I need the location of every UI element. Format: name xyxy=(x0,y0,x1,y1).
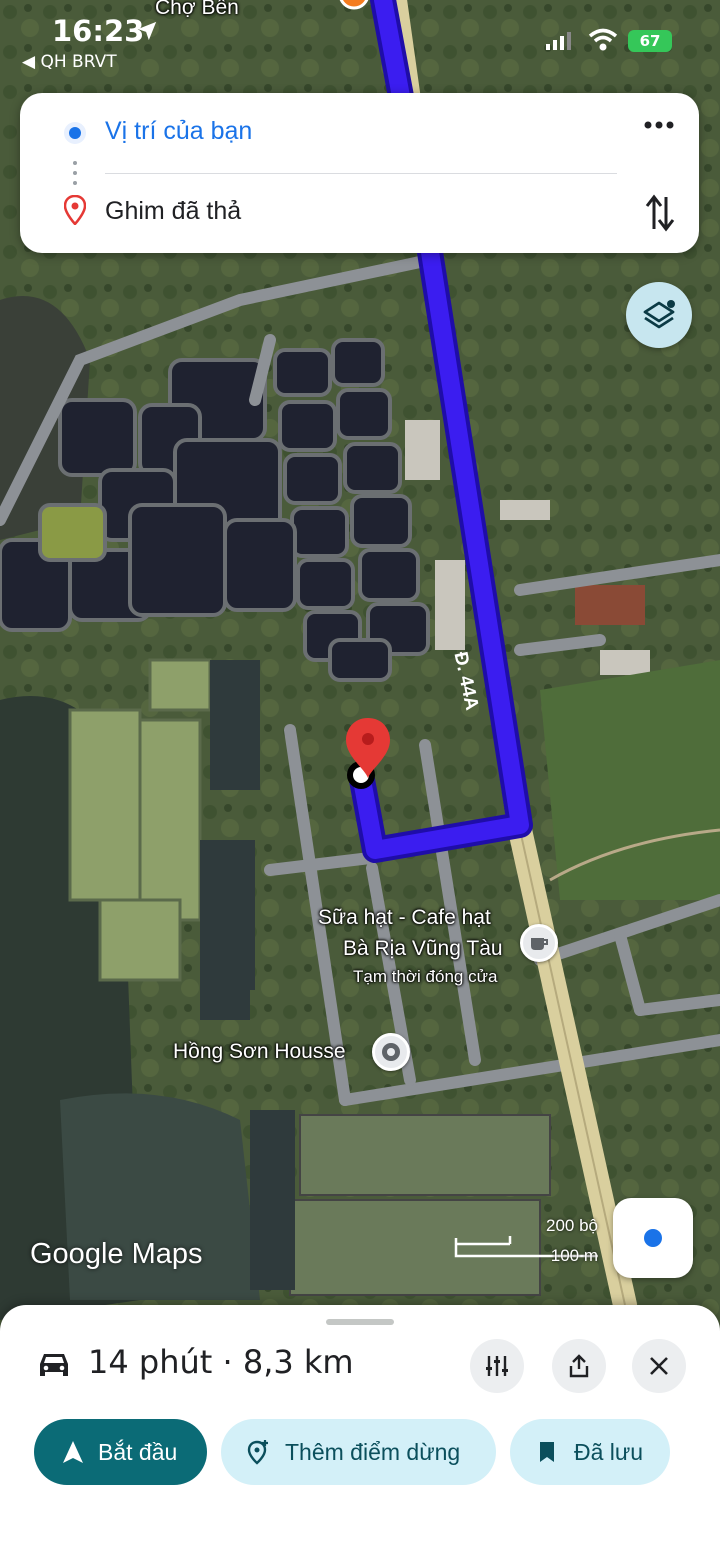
destination-pin-icon xyxy=(64,195,86,225)
add-stop-label: Thêm điểm dừng xyxy=(285,1439,461,1465)
close-button[interactable] xyxy=(632,1339,686,1393)
poi-house-name[interactable]: Hồng Sơn Housse xyxy=(173,1040,346,1064)
place-marker-icon[interactable] xyxy=(372,1033,410,1071)
start-label: Bắt đầu xyxy=(98,1439,178,1465)
cafe-icon[interactable] xyxy=(520,924,558,962)
status-time: 16:23 xyxy=(52,14,145,48)
saved-label: Đã lưu xyxy=(574,1439,644,1465)
layers-icon xyxy=(643,300,675,329)
close-icon xyxy=(650,1357,668,1375)
start-navigation-button[interactable]: Bắt đầu xyxy=(34,1419,207,1485)
route-summary: 14 phút · 8,3 km xyxy=(88,1343,354,1381)
origin-text: Vị trí của bạn xyxy=(105,117,253,145)
place-label-top: Chợ Bến xyxy=(155,0,239,19)
add-location-icon xyxy=(247,1440,268,1465)
status-bar: 16:23 ◀ QH BRVT 67 xyxy=(0,0,720,80)
battery-indicator: 67 xyxy=(628,30,672,52)
bookmark-icon xyxy=(540,1442,554,1462)
share-icon xyxy=(569,1354,589,1378)
cellular-signal-icon xyxy=(546,32,571,50)
my-location-button[interactable] xyxy=(613,1198,693,1278)
car-icon xyxy=(40,1354,68,1376)
divider xyxy=(105,173,617,174)
scale-meters: 100 m xyxy=(550,1246,598,1265)
route-dots-icon xyxy=(73,161,77,185)
wifi-icon xyxy=(588,28,618,51)
destination-row[interactable]: Ghim đã thả xyxy=(20,183,699,243)
your-location-icon xyxy=(64,122,86,144)
share-button[interactable] xyxy=(552,1339,606,1393)
tune-icon xyxy=(486,1356,508,1376)
poi-cafe-name-2[interactable]: Bà Rịa Vũng Tàu xyxy=(343,937,503,961)
route-bottom-sheet: 14 phút · 8,3 km Bắt đầu Thêm điểm dừng … xyxy=(0,1305,720,1558)
location-arrow-icon xyxy=(137,21,157,41)
scale-feet: 200 bộ xyxy=(546,1216,598,1235)
directions-card: Vị trí của bạn Ghim đã thả xyxy=(20,93,699,253)
map-scale: 200 bộ 100 m xyxy=(452,1214,602,1274)
origin-row[interactable]: Vị trí của bạn xyxy=(20,103,699,163)
add-stop-button[interactable]: Thêm điểm dừng xyxy=(221,1419,496,1485)
poi-cafe-status: Tạm thời đóng cửa xyxy=(353,967,498,986)
route-options-button[interactable] xyxy=(470,1339,524,1393)
destination-text: Ghim đã thả xyxy=(105,197,242,225)
poi-cafe-name-1[interactable]: Sữa hạt - Cafe hạt xyxy=(318,906,491,930)
swap-direction-icon[interactable] xyxy=(644,193,676,233)
google-maps-logo: Google Maps xyxy=(30,1238,203,1270)
drag-handle[interactable] xyxy=(326,1319,394,1325)
layers-button[interactable] xyxy=(626,282,692,348)
navigation-arrow-icon xyxy=(63,1441,83,1463)
back-to-app-link[interactable]: ◀ QH BRVT xyxy=(22,52,117,72)
more-options-icon[interactable] xyxy=(642,113,676,137)
saved-button[interactable]: Đã lưu xyxy=(510,1419,670,1485)
